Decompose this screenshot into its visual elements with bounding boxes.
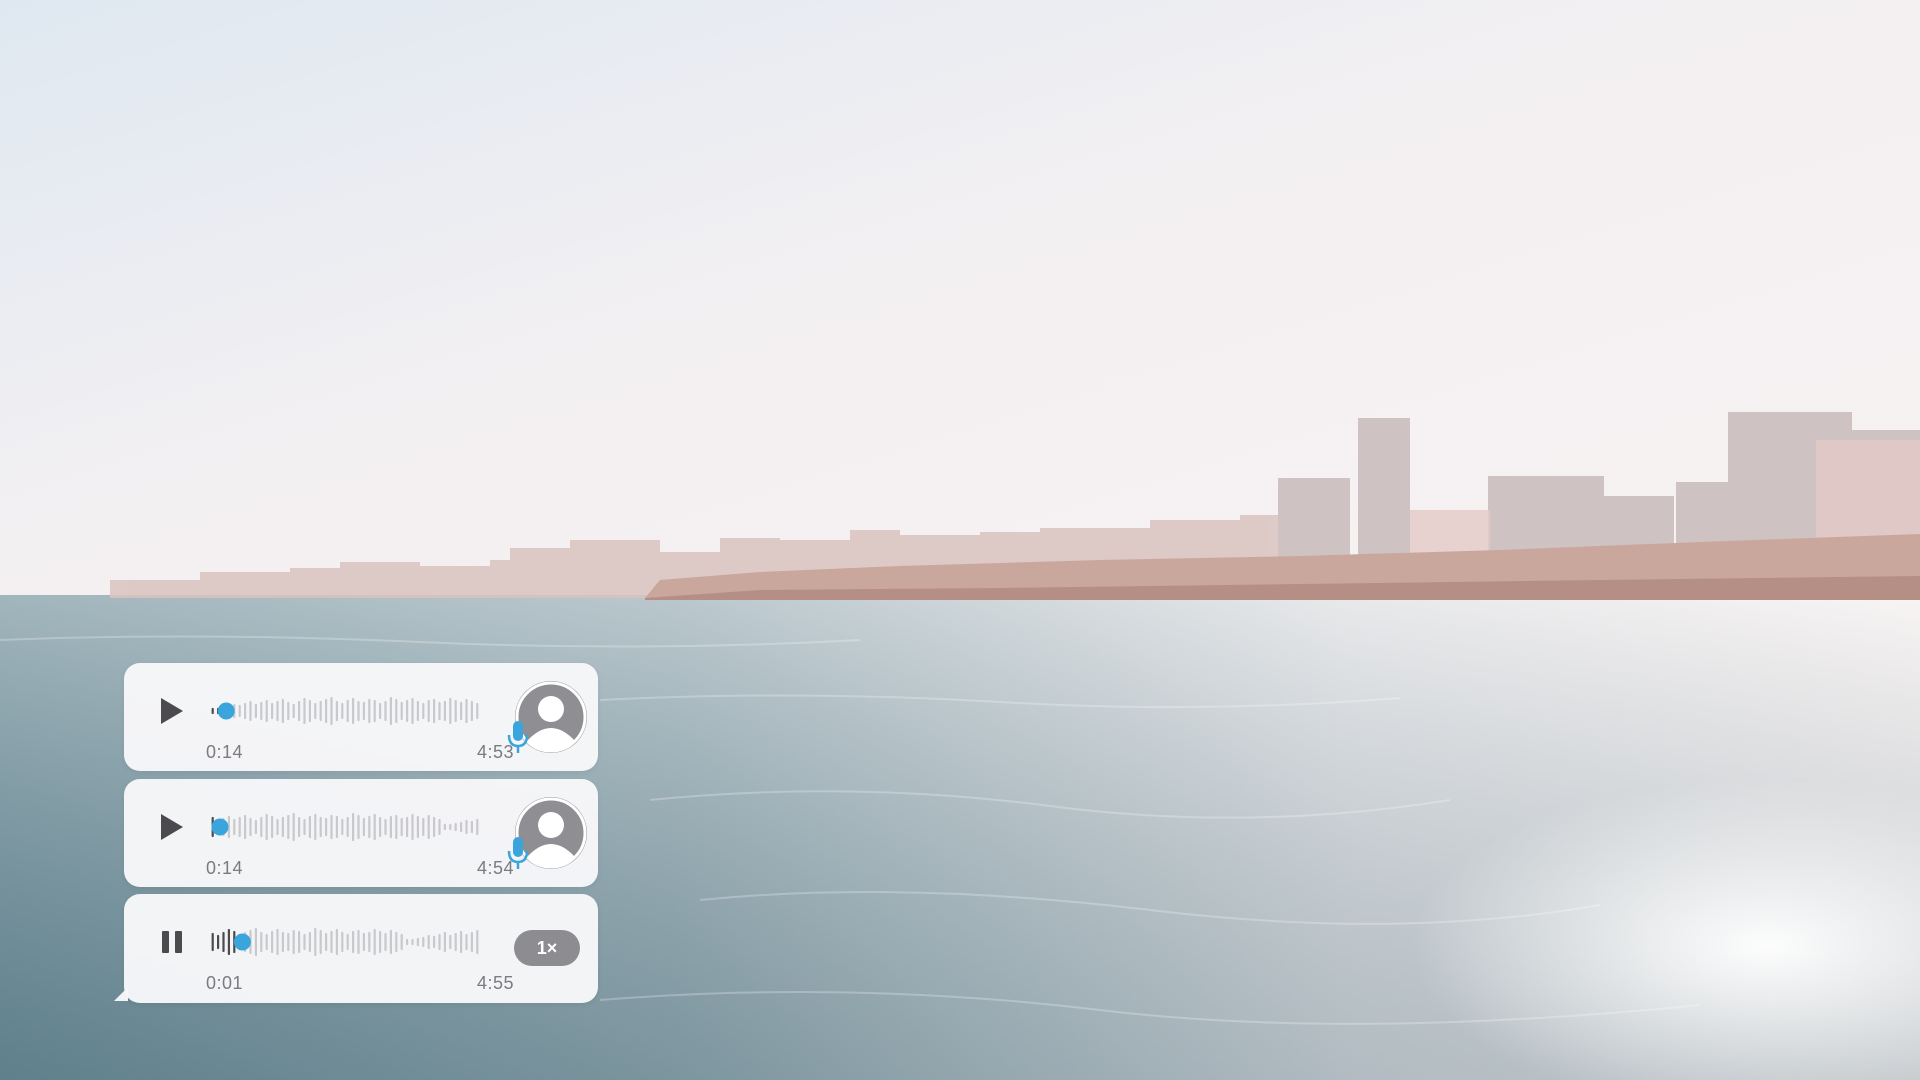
bubble-tail xyxy=(114,987,128,1001)
voice-message-bubble: 0:14 4:53 xyxy=(124,663,598,771)
current-time: 0:14 xyxy=(206,742,244,762)
audio-waveform[interactable] xyxy=(210,689,480,733)
duration: 4:54 xyxy=(476,858,514,878)
audio-waveform[interactable] xyxy=(210,920,480,964)
pause-button[interactable] xyxy=(154,924,190,960)
voice-message-bubble: 0:14 4:54 xyxy=(124,779,598,887)
duration: 4:53 xyxy=(476,742,514,762)
play-button[interactable] xyxy=(154,693,190,729)
scrubber-handle[interactable] xyxy=(233,933,251,951)
pause-icon xyxy=(162,931,182,953)
scrubber-handle[interactable] xyxy=(211,818,229,836)
current-time: 0:01 xyxy=(206,973,244,993)
current-time: 0:14 xyxy=(206,858,244,878)
audio-waveform[interactable] xyxy=(210,805,480,849)
scrubber-handle[interactable] xyxy=(217,702,235,720)
duration: 4:55 xyxy=(476,973,514,993)
play-icon xyxy=(161,814,183,840)
play-icon xyxy=(161,698,183,724)
playback-speed-button[interactable]: 1× xyxy=(514,930,580,966)
play-button[interactable] xyxy=(154,809,190,845)
microphone-icon xyxy=(507,721,529,753)
voice-message-bubble: 0:01 4:55 1× xyxy=(114,894,598,1003)
microphone-icon xyxy=(507,837,529,869)
